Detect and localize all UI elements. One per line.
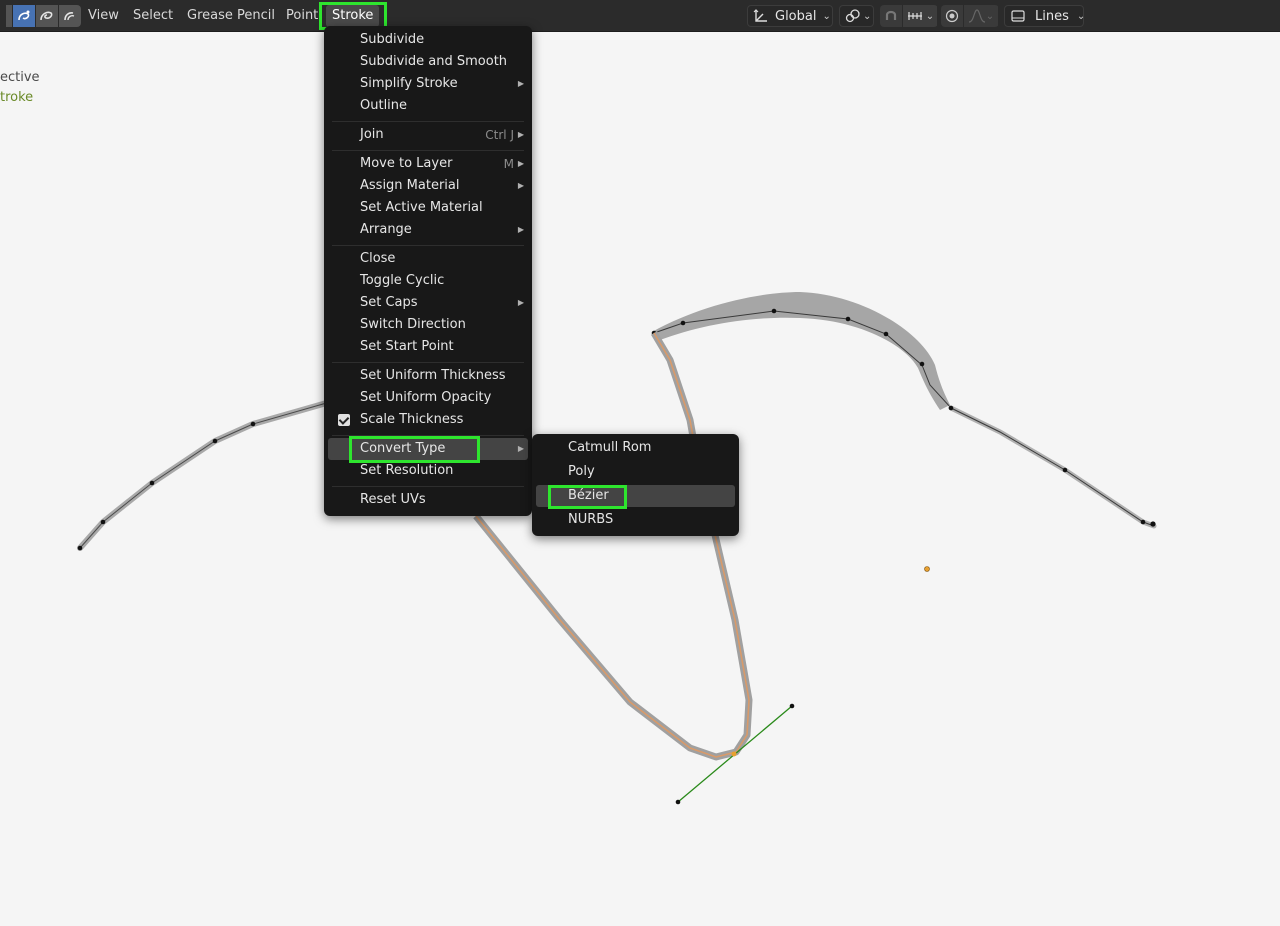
menu-separator <box>332 121 524 122</box>
menu-item-set-uniform-opacity[interactable]: Set Uniform Opacity <box>328 387 528 409</box>
menu-item-set-resolution[interactable]: Set Resolution <box>328 460 528 482</box>
interpolation-label: Lines <box>1035 8 1069 24</box>
gp-edit-icon[interactable] <box>13 5 35 27</box>
gp-edit-mode-left[interactable] <box>6 5 12 27</box>
mode-selector <box>6 5 82 27</box>
menu-item-set-uniform-thickness[interactable]: Set Uniform Thickness <box>328 365 528 387</box>
menu-item-label: Subdivide and Smooth <box>360 54 508 69</box>
menu-item-label: Reset UVs <box>360 492 426 507</box>
shortcut-label: Ctrl J <box>485 128 514 142</box>
snap-icon[interactable] <box>880 5 902 27</box>
menu-item-subdivide-smooth[interactable]: Subdivide and Smooth <box>328 51 528 73</box>
shortcut-label: M <box>503 157 514 171</box>
orientation-label: Global <box>775 8 817 24</box>
menu-item-simplify-stroke[interactable]: Simplify Stroke ▶ <box>328 73 528 95</box>
chevron-down-icon: ⌄ <box>1076 10 1086 22</box>
menu-stroke[interactable]: Stroke <box>326 5 380 27</box>
menu-grease-pencil[interactable]: Grease Pencil <box>181 5 281 27</box>
menu-item-catmull-rom[interactable]: Catmull Rom <box>536 437 735 459</box>
menu-item-label: Move to Layer <box>360 156 453 171</box>
menu-item-nurbs[interactable]: NURBS <box>536 509 735 531</box>
chevron-down-icon: ⌄ <box>863 10 872 22</box>
gp-sculpt-icon[interactable] <box>36 5 58 27</box>
menu-separator <box>332 435 524 436</box>
menu-item-label: NURBS <box>568 512 614 527</box>
submenu-arrow-icon: ▶ <box>517 181 524 190</box>
menu-item-label: Simplify Stroke <box>360 76 458 91</box>
object-origin <box>924 566 930 572</box>
menu-separator <box>332 486 524 487</box>
menu-separator <box>332 150 524 151</box>
menu-item-label: Close <box>360 251 396 266</box>
proportional-group: ⌄ <box>941 5 999 27</box>
menu-item-set-active-material[interactable]: Set Active Material <box>328 197 528 219</box>
menu-item-label: Outline <box>360 98 408 113</box>
stroke-left[interactable] <box>77 399 333 551</box>
menu-item-label: Set Uniform Opacity <box>360 390 492 405</box>
snap-increment-icon[interactable]: ⌄ <box>903 5 937 27</box>
menu-item-assign-material[interactable]: Assign Material ▶ <box>328 175 528 197</box>
menu-item-join[interactable]: Join Ctrl J ▶ <box>328 124 528 146</box>
menu-item-convert-type[interactable]: Convert Type ▶ <box>328 438 528 460</box>
submenu-arrow-icon: ▶ <box>517 444 524 453</box>
menu-item-reset-uvs[interactable]: Reset UVs <box>328 489 528 511</box>
interpolation-icon <box>1010 8 1026 24</box>
menu-item-label: Set Resolution <box>360 463 454 478</box>
pivot-icon <box>844 8 862 24</box>
menu-separator <box>332 245 524 246</box>
menu-item-label: Join <box>360 127 384 142</box>
menu-view[interactable]: View <box>82 5 125 27</box>
submenu-arrow-icon: ▶ <box>517 79 524 88</box>
pivot-dropdown[interactable]: ⌄ <box>839 5 874 27</box>
menu-item-label: Catmull Rom <box>568 440 652 455</box>
viewport-header: View Select Grease Pencil Point Stroke G… <box>0 0 1280 32</box>
menu-item-label: Subdivide <box>360 32 425 47</box>
convert-type-submenu: Catmull Rom Poly Bézier NURBS <box>532 434 739 536</box>
menu-item-bezier[interactable]: Bézier <box>536 485 735 507</box>
menu-item-label: Set Uniform Thickness <box>360 368 506 383</box>
stroke-menu: Subdivide Subdivide and Smooth Simplify … <box>324 26 532 516</box>
menu-select[interactable]: Select <box>127 5 179 27</box>
proportional-edit-icon[interactable] <box>941 5 963 27</box>
falloff-icon[interactable]: ⌄ <box>964 5 998 27</box>
interpolation-dropdown[interactable]: Lines ⌄ <box>1004 5 1086 27</box>
transform-axes-icon <box>753 8 769 24</box>
menu-item-label: Toggle Cyclic <box>360 273 445 288</box>
menu-separator <box>332 362 524 363</box>
orientation-dropdown[interactable]: Global ⌄ <box>747 5 833 27</box>
menu-item-scale-thickness[interactable]: Scale Thickness <box>328 409 528 431</box>
checkbox-checked-icon[interactable] <box>338 414 350 426</box>
snap-group: ⌄ <box>880 5 938 27</box>
menu-item-label: Bézier <box>568 488 609 503</box>
menu-item-toggle-cyclic[interactable]: Toggle Cyclic <box>328 270 528 292</box>
menu-item-label: Switch Direction <box>360 317 466 332</box>
menu-item-label: Convert Type <box>360 441 446 456</box>
menu-item-close[interactable]: Close <box>328 248 528 270</box>
menu-item-set-caps[interactable]: Set Caps ▶ <box>328 292 528 314</box>
menu-item-subdivide[interactable]: Subdivide <box>328 29 528 51</box>
submenu-arrow-icon: ▶ <box>517 225 524 234</box>
menu-item-switch-direction[interactable]: Switch Direction <box>328 314 528 336</box>
bezier-handle[interactable] <box>675 703 795 805</box>
gp-weight-icon[interactable] <box>59 5 81 27</box>
viewport-info-object: troke <box>0 90 34 105</box>
menu-item-label: Scale Thickness <box>360 412 464 427</box>
submenu-arrow-icon: ▶ <box>517 130 524 139</box>
menu-point[interactable]: Point <box>280 5 324 27</box>
menu-item-label: Poly <box>568 464 595 479</box>
menu-item-label: Set Start Point <box>360 339 454 354</box>
menu-item-poly[interactable]: Poly <box>536 461 735 483</box>
menu-item-label: Assign Material <box>360 178 460 193</box>
submenu-arrow-icon: ▶ <box>517 298 524 307</box>
viewport-info-perspective: ective <box>0 70 40 85</box>
menu-item-set-start-point[interactable]: Set Start Point <box>328 336 528 358</box>
menu-item-arrange[interactable]: Arrange ▶ <box>328 219 528 241</box>
chevron-down-icon: ⌄ <box>822 10 831 22</box>
menu-item-label: Set Active Material <box>360 200 483 215</box>
menu-item-label: Set Caps <box>360 295 418 310</box>
menu-item-label: Arrange <box>360 222 412 237</box>
submenu-arrow-icon: ▶ <box>517 159 524 168</box>
menu-item-outline[interactable]: Outline <box>328 95 528 117</box>
menu-item-move-to-layer[interactable]: Move to Layer M ▶ <box>328 153 528 175</box>
